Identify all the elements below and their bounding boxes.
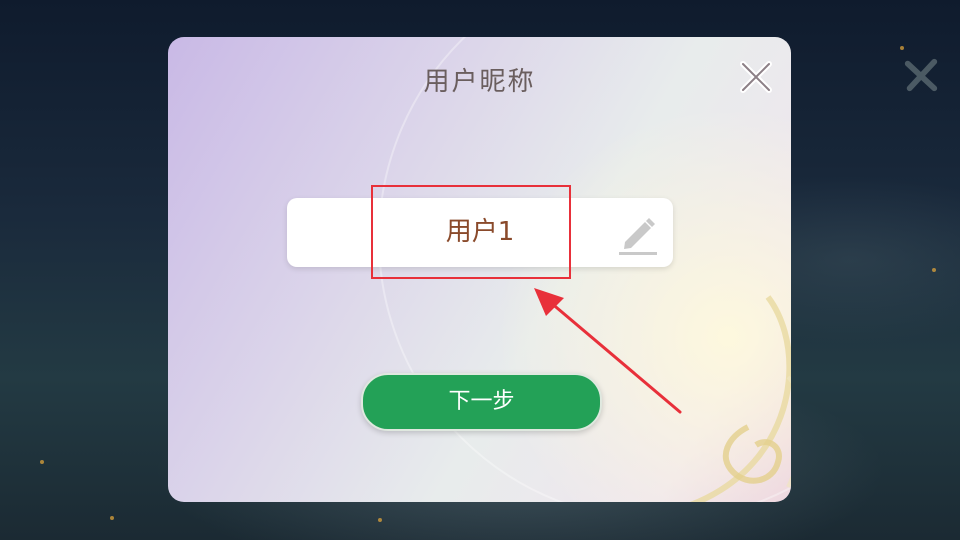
pencil-icon[interactable] (615, 210, 661, 256)
background-sparkle (40, 460, 44, 464)
annotation-arrow-icon (534, 288, 682, 414)
background-close-icon (904, 58, 938, 92)
close-icon[interactable] (738, 59, 774, 95)
annotation-highlight-box (371, 185, 571, 279)
background-sparkle (110, 516, 114, 520)
background-sparkle (900, 46, 904, 50)
background-sparkle (932, 268, 936, 272)
background-sparkle (378, 518, 382, 522)
dialog-title: 用户昵称 (423, 67, 536, 97)
